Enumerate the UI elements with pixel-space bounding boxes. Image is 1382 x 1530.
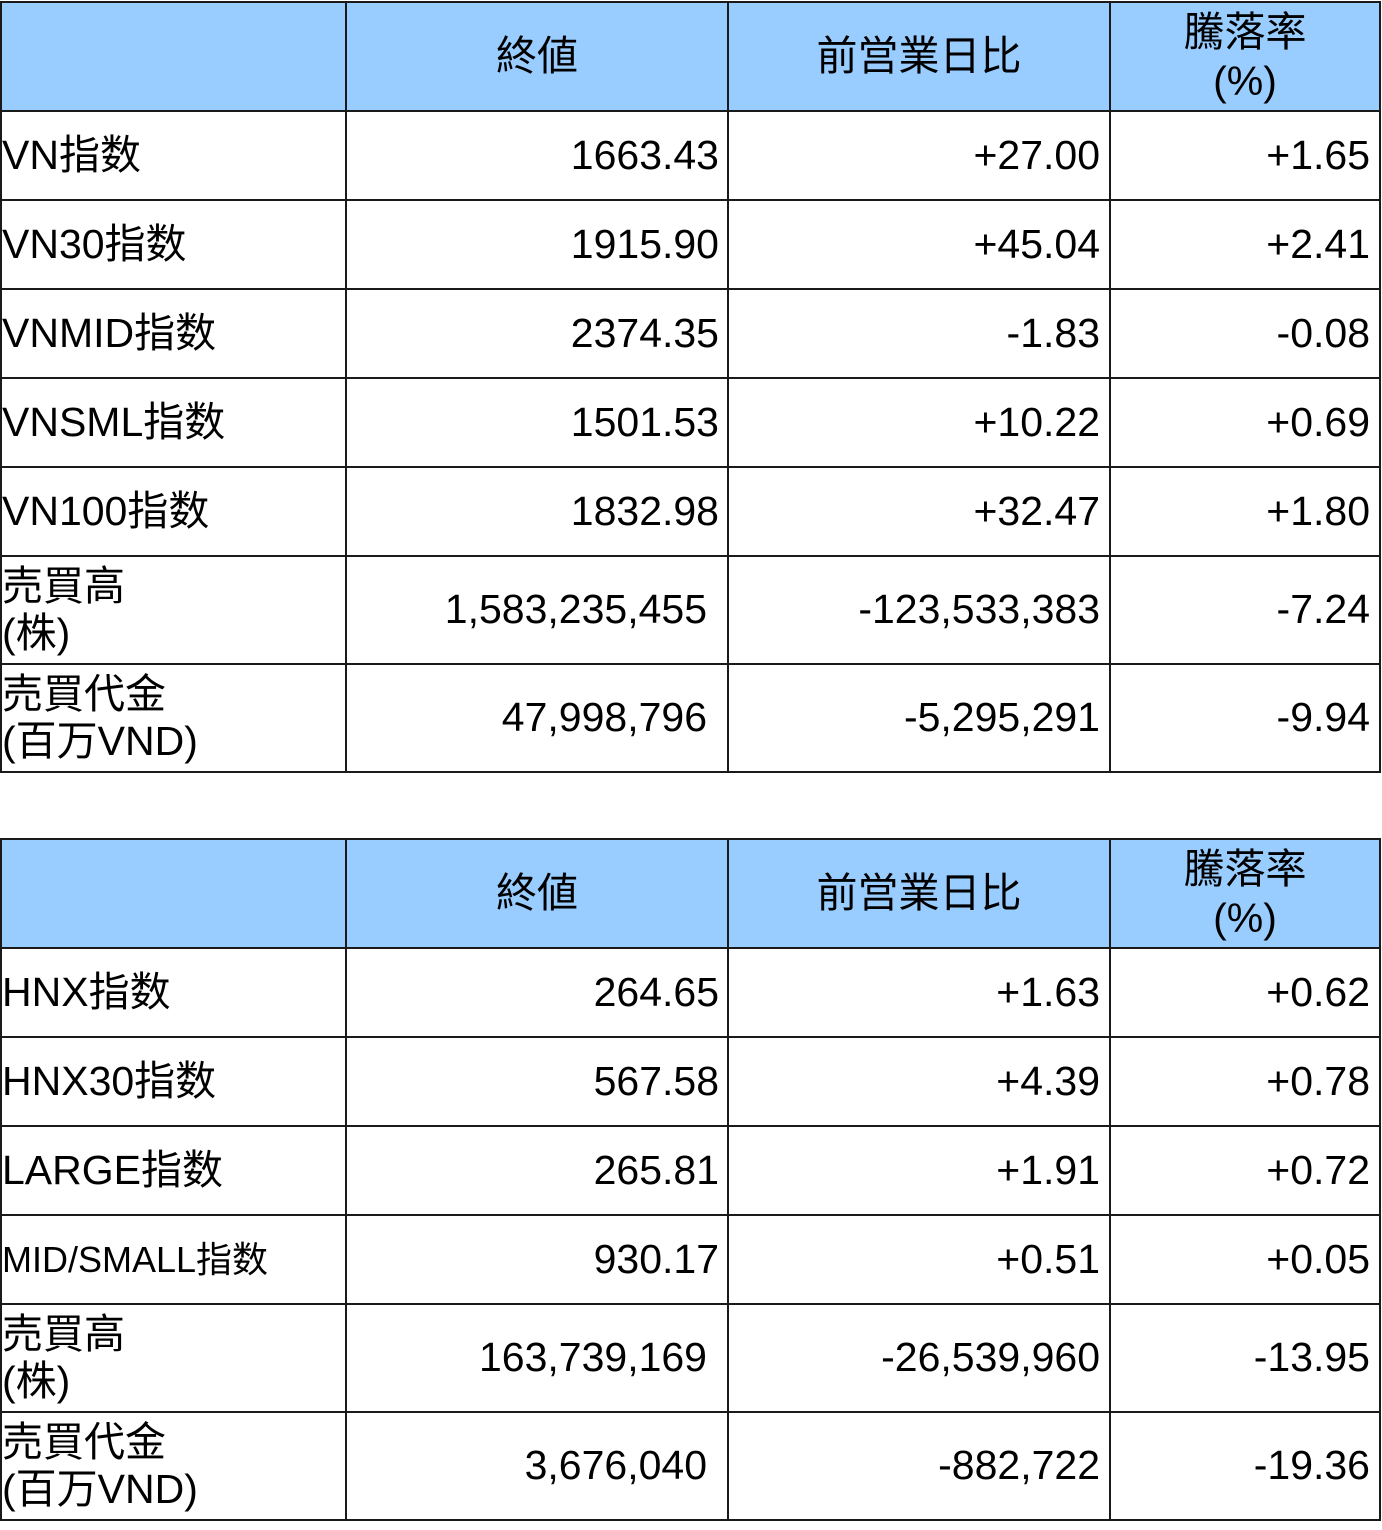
header-diff: 前営業日比 <box>727 1 1111 112</box>
table-row: HNX指数 264.65 +1.63 +0.62 <box>0 947 1381 1038</box>
diff-value: +45.04 <box>727 199 1111 290</box>
diff-value: -26,539,960 <box>727 1303 1111 1413</box>
diff-value: +32.47 <box>727 466 1111 557</box>
table-row: 売買代金 (百万VND) 47,998,796 -5,295,291 -9.94 <box>0 663 1381 773</box>
row-label-line2: (株) <box>2 1358 71 1404</box>
header-pct-unit: (%) <box>1213 57 1277 104</box>
pct-value: +0.72 <box>1109 1125 1381 1216</box>
header-diff: 前営業日比 <box>727 838 1111 949</box>
row-label: VNMID指数 <box>0 288 347 379</box>
pct-value: +0.78 <box>1109 1036 1381 1127</box>
table-row: 売買代金 (百万VND) 3,676,040 -882,722 -19.36 <box>0 1411 1381 1521</box>
pct-value: +0.62 <box>1109 947 1381 1038</box>
close-value: 1832.98 <box>345 466 729 557</box>
row-label: VN指数 <box>0 110 347 201</box>
row-label: VNSML指数 <box>0 377 347 468</box>
header-close: 終値 <box>345 838 729 949</box>
table-row: MID/SMALL指数 930.17 +0.51 +0.05 <box>0 1214 1381 1305</box>
header-blank-cell <box>0 1 347 112</box>
header-pct: 騰落率 (%) <box>1109 1 1381 112</box>
diff-value: +1.91 <box>727 1125 1111 1216</box>
pct-value: +1.80 <box>1109 466 1381 557</box>
row-label-line1: 売買高 <box>2 562 125 609</box>
pct-value: +2.41 <box>1109 199 1381 290</box>
row-label: VN30指数 <box>0 199 347 290</box>
row-label: 売買代金 (百万VND) <box>0 1411 347 1521</box>
header-blank-cell <box>0 838 347 949</box>
close-value: 2374.35 <box>345 288 729 379</box>
row-label-line1: 売買代金 <box>2 1418 166 1465</box>
diff-value: +1.63 <box>727 947 1111 1038</box>
close-value: 1663.43 <box>345 110 729 201</box>
pct-value: -13.95 <box>1109 1303 1381 1413</box>
table-row: 売買高 (株) 163,739,169 -26,539,960 -13.95 <box>0 1303 1381 1413</box>
close-value: 1,583,235,455 <box>345 555 729 665</box>
header-close: 終値 <box>345 1 729 112</box>
hose-index-table: 終値 前営業日比 騰落率 (%) VN指数 1663.43 +27.00 +1.… <box>0 1 1381 773</box>
row-label: VN100指数 <box>0 466 347 557</box>
row-label-line1: 売買高 <box>2 1310 125 1357</box>
close-value: 265.81 <box>345 1125 729 1216</box>
table-row: LARGE指数 265.81 +1.91 +0.72 <box>0 1125 1381 1216</box>
table-header-row: 終値 前営業日比 騰落率 (%) <box>0 1 1381 112</box>
diff-value: -882,722 <box>727 1411 1111 1521</box>
diff-value: +4.39 <box>727 1036 1111 1127</box>
table-row: VN30指数 1915.90 +45.04 +2.41 <box>0 199 1381 290</box>
diff-value: +0.51 <box>727 1214 1111 1305</box>
table-row: VNMID指数 2374.35 -1.83 -0.08 <box>0 288 1381 379</box>
row-label: MID/SMALL指数 <box>0 1214 347 1305</box>
hnx-index-table: 終値 前営業日比 騰落率 (%) HNX指数 264.65 +1.63 +0.6… <box>0 838 1381 1521</box>
table-row: HNX30指数 567.58 +4.39 +0.78 <box>0 1036 1381 1127</box>
pct-value: +0.69 <box>1109 377 1381 468</box>
close-value: 3,676,040 <box>345 1411 729 1521</box>
header-pct-unit: (%) <box>1213 894 1277 941</box>
table-row: VN100指数 1832.98 +32.47 +1.80 <box>0 466 1381 557</box>
table-row: 売買高 (株) 1,583,235,455 -123,533,383 -7.24 <box>0 555 1381 665</box>
row-label: 売買代金 (百万VND) <box>0 663 347 773</box>
diff-value: -5,295,291 <box>727 663 1111 773</box>
row-label-line2: (百万VND) <box>2 718 198 764</box>
row-label: HNX指数 <box>0 947 347 1038</box>
diff-value: -1.83 <box>727 288 1111 379</box>
close-value: 163,739,169 <box>345 1303 729 1413</box>
pct-value: -19.36 <box>1109 1411 1381 1521</box>
pct-value: -0.08 <box>1109 288 1381 379</box>
close-value: 930.17 <box>345 1214 729 1305</box>
header-pct-label: 騰落率 <box>1183 846 1307 893</box>
table-row: VNSML指数 1501.53 +10.22 +0.69 <box>0 377 1381 468</box>
diff-value: +10.22 <box>727 377 1111 468</box>
row-label: HNX30指数 <box>0 1036 347 1127</box>
close-value: 1915.90 <box>345 199 729 290</box>
row-label: 売買高 (株) <box>0 1303 347 1413</box>
row-label: LARGE指数 <box>0 1125 347 1216</box>
header-pct: 騰落率 (%) <box>1109 838 1381 949</box>
close-value: 567.58 <box>345 1036 729 1127</box>
close-value: 1501.53 <box>345 377 729 468</box>
pct-value: -7.24 <box>1109 555 1381 665</box>
table-row: VN指数 1663.43 +27.00 +1.65 <box>0 110 1381 201</box>
table-header-row: 終値 前営業日比 騰落率 (%) <box>0 838 1381 949</box>
pct-value: -9.94 <box>1109 663 1381 773</box>
pct-value: +1.65 <box>1109 110 1381 201</box>
row-label-line2: (株) <box>2 610 71 656</box>
pct-value: +0.05 <box>1109 1214 1381 1305</box>
row-label: 売買高 (株) <box>0 555 347 665</box>
close-value: 47,998,796 <box>345 663 729 773</box>
diff-value: -123,533,383 <box>727 555 1111 665</box>
diff-value: +27.00 <box>727 110 1111 201</box>
close-value: 264.65 <box>345 947 729 1038</box>
row-label-line1: 売買代金 <box>2 670 166 717</box>
row-label-line2: (百万VND) <box>2 1466 198 1512</box>
header-pct-label: 騰落率 <box>1183 9 1307 56</box>
